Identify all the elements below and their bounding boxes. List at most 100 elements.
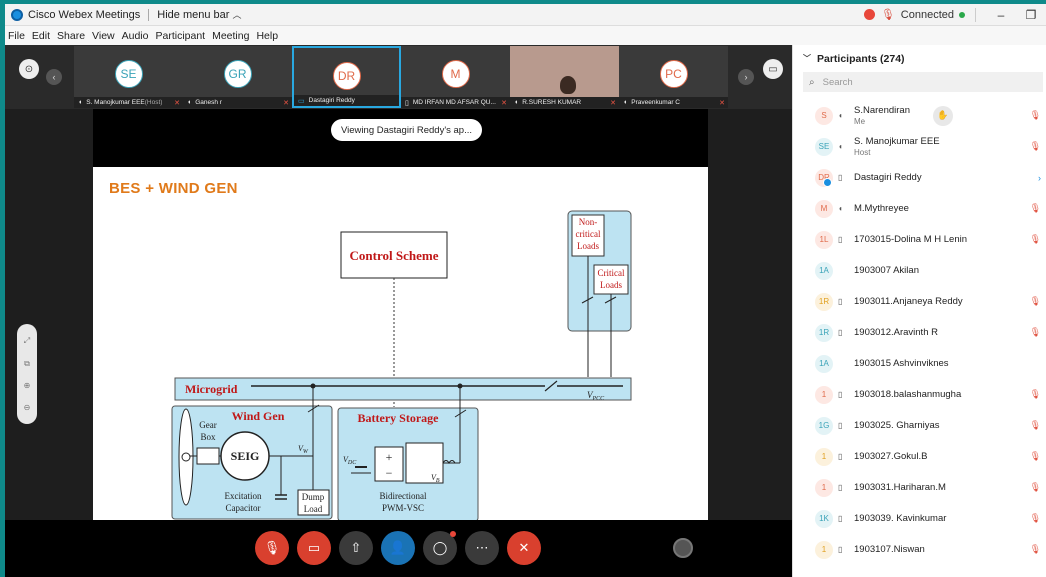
mic-muted-icon[interactable]: 🎙 xyxy=(1030,203,1041,214)
layout-toggle-icon[interactable] xyxy=(673,538,693,558)
participant-row[interactable]: 1G ▯ 1903025. Gharniyas 🎙 xyxy=(793,410,1046,441)
title-right: 🎙 Connected – ❐ xyxy=(863,4,1046,26)
minimize-button[interactable]: – xyxy=(986,4,1016,26)
gearbox xyxy=(196,447,220,465)
menu-audio[interactable]: Audio xyxy=(122,30,149,42)
participants-title: Participants (274) xyxy=(817,52,905,65)
participant-row[interactable]: 1A 1903015 Ashvinviknes xyxy=(793,348,1046,379)
title-separator xyxy=(148,8,150,21)
video-thumbnail[interactable]: GR ◖ Ganesh r ✕ xyxy=(183,46,292,108)
thumbnail-name: ◖ S. Manojkumar EEE (Host) ✕ xyxy=(74,97,183,108)
prev-thumbs-icon[interactable]: ‹ xyxy=(46,69,62,85)
menu-edit[interactable]: Edit xyxy=(32,30,50,42)
mic-muted-icon[interactable]: 🎙 xyxy=(1030,451,1041,462)
mic-muted-icon[interactable]: 🎙 xyxy=(1030,141,1041,152)
dump-label-1: Dump xyxy=(302,492,325,502)
recording-icon[interactable] xyxy=(863,9,875,20)
avatar: 1 xyxy=(815,447,833,466)
participant-row[interactable]: 1 ▯ 1903107.Niswan 🎙 xyxy=(793,534,1046,565)
zoom-fit-icon[interactable]: ⤢ xyxy=(24,336,30,346)
video-thumbnail[interactable]: PC ◖ Praveenkumar C ✕ xyxy=(619,46,728,108)
search-input[interactable]: Search xyxy=(823,77,853,88)
participant-row[interactable]: SE ◖ S. Manojkumar EEE Host 🎙 xyxy=(793,131,1046,162)
mic-muted-icon[interactable]: 🎙 xyxy=(1030,482,1041,493)
mic-muted-icon[interactable]: 🎙 xyxy=(1030,327,1041,338)
participant-name: Dastagiri Reddy xyxy=(854,172,922,183)
participant-name: S. Manojkumar EEE Host xyxy=(854,136,940,158)
start-video-button[interactable]: ▭ xyxy=(297,531,331,565)
chevron-right-icon[interactable]: › xyxy=(1038,173,1041,183)
microgrid-label: Microgrid xyxy=(185,382,238,396)
more-options-button[interactable]: ⋯ xyxy=(465,531,499,565)
menu-help[interactable]: Help xyxy=(256,30,278,42)
participant-row[interactable]: S ◖ S.Narendiran Me ✋ 🎙 xyxy=(793,100,1046,131)
menu-share[interactable]: Share xyxy=(57,30,85,42)
leave-meeting-button[interactable]: ✕ xyxy=(507,531,541,565)
converter-box xyxy=(405,442,444,484)
host-tag: (Host) xyxy=(144,99,163,106)
connection-dot-icon xyxy=(959,11,965,18)
participant-row[interactable]: 1L ▯ 1703015-Dolina M H Lenin 🎙 xyxy=(793,224,1046,255)
avatar: 1R xyxy=(815,292,833,311)
plus-sign: + xyxy=(386,450,393,464)
video-thumbnail[interactable]: ◖ R.SURESH KUMAR ✕ xyxy=(510,46,619,108)
thumbnail-name-text: R.SURESH KUMAR xyxy=(522,99,582,106)
participant-row[interactable]: 1 ▯ 1903031.Hariharan.M 🎙 xyxy=(793,472,1046,503)
hide-menu-bar-button[interactable]: Hide menu bar xyxy=(157,9,229,21)
zoom-in-icon[interactable]: ⊕ xyxy=(24,381,31,390)
video-thumbnail-active[interactable]: DR ▭ Dastagiri Reddy xyxy=(292,46,401,108)
participant-name: M.Mythreyee xyxy=(854,203,909,214)
thumbnail-name-text: S. Manojkumar EEE xyxy=(86,99,145,106)
participant-row[interactable]: M ◖ M.Mythreyee 🎙 xyxy=(793,193,1046,224)
participants-button[interactable]: 👤 xyxy=(381,531,415,565)
zoom-out-icon[interactable]: ⊖ xyxy=(24,403,31,412)
restore-button[interactable]: ❐ xyxy=(1016,4,1046,26)
video-thumbnail[interactable]: SE ◖ S. Manojkumar EEE (Host) ✕ xyxy=(74,46,183,108)
avatar: 1A xyxy=(815,261,833,280)
mic-muted-icon[interactable]: 🎙 xyxy=(1030,513,1041,524)
mic-muted-icon[interactable]: 🎙 xyxy=(1030,110,1041,121)
connection-status: Connected xyxy=(900,8,954,21)
phone-icon: ▯ xyxy=(838,173,843,182)
chevron-down-icon[interactable]: ﹀ xyxy=(803,53,811,64)
participant-role: Me xyxy=(854,116,866,126)
menu-meeting[interactable]: Meeting xyxy=(212,30,249,42)
thumbnail-name-text: MD IRFAN MD AFSAR QU... xyxy=(412,99,496,106)
participant-row[interactable]: DR ▯ Dastagiri Reddy › xyxy=(793,162,1046,193)
raise-hand-icon[interactable]: ✋ xyxy=(933,105,953,126)
participant-row[interactable]: 1A 1903007 Akilan xyxy=(793,255,1046,286)
menu-participant[interactable]: Participant xyxy=(155,30,205,42)
layout-icon[interactable]: ▭ xyxy=(763,59,783,79)
zoom-reset-icon[interactable]: ⧉ xyxy=(24,359,30,369)
avatar: DR xyxy=(815,168,833,187)
participants-panel: ﹀ Participants (274) ⌕ Search S ◖ S.Narend… xyxy=(792,45,1046,577)
avatar: M xyxy=(815,199,833,218)
participant-row[interactable]: 1 ▯ 1903027.Gokul.B 🎙 xyxy=(793,441,1046,472)
phone-icon: ▯ xyxy=(838,483,843,492)
viewing-indicator[interactable]: Viewing Dastagiri Reddy's ap... xyxy=(331,119,483,141)
next-thumbs-icon[interactable]: › xyxy=(738,69,754,85)
mic-muted-icon[interactable]: 🎙 xyxy=(1030,389,1041,400)
participant-row[interactable]: 1K ▯ 1903039. Kavinkumar 🎙 xyxy=(793,503,1046,534)
headset-icon: ◖ xyxy=(838,204,843,213)
participant-row[interactable]: 1 ▯ 1903018.balashanmugha 🎙 xyxy=(793,379,1046,410)
mic-muted-icon[interactable]: 🎙 xyxy=(1030,544,1041,555)
mic-muted-icon[interactable]: 🎙 xyxy=(1030,296,1041,307)
participant-name-text: S. Manojkumar EEE xyxy=(854,135,940,147)
mic-muted-icon[interactable]: 🎙 xyxy=(1030,234,1041,245)
chevron-up-icon[interactable]: ︿ xyxy=(232,8,241,21)
participant-search[interactable]: ⌕ Search xyxy=(803,72,1043,92)
participant-name-text: S.Narendiran xyxy=(854,104,910,116)
participant-row[interactable]: 1R ▯ 1903011.Anjaneya Reddy 🎙 xyxy=(793,286,1046,317)
headset-icon: ◖ xyxy=(623,99,628,106)
participants-header[interactable]: ﹀ Participants (274) xyxy=(793,45,1046,72)
unmute-button[interactable]: 🎙 xyxy=(255,531,289,565)
self-view-icon[interactable]: ⊙ xyxy=(19,59,39,79)
mic-muted-icon[interactable]: 🎙 xyxy=(1030,420,1041,431)
share-button[interactable]: ⇧ xyxy=(339,531,373,565)
video-thumbnail[interactable]: M ▯ MD IRFAN MD AFSAR QU... ✕ xyxy=(401,46,510,108)
menu-file[interactable]: File xyxy=(8,30,25,42)
participant-row[interactable]: 1R ▯ 1903012.Aravinth R 🎙 xyxy=(793,317,1046,348)
noncritical-label-2: critical xyxy=(576,229,601,239)
menu-view[interactable]: View xyxy=(92,30,115,42)
